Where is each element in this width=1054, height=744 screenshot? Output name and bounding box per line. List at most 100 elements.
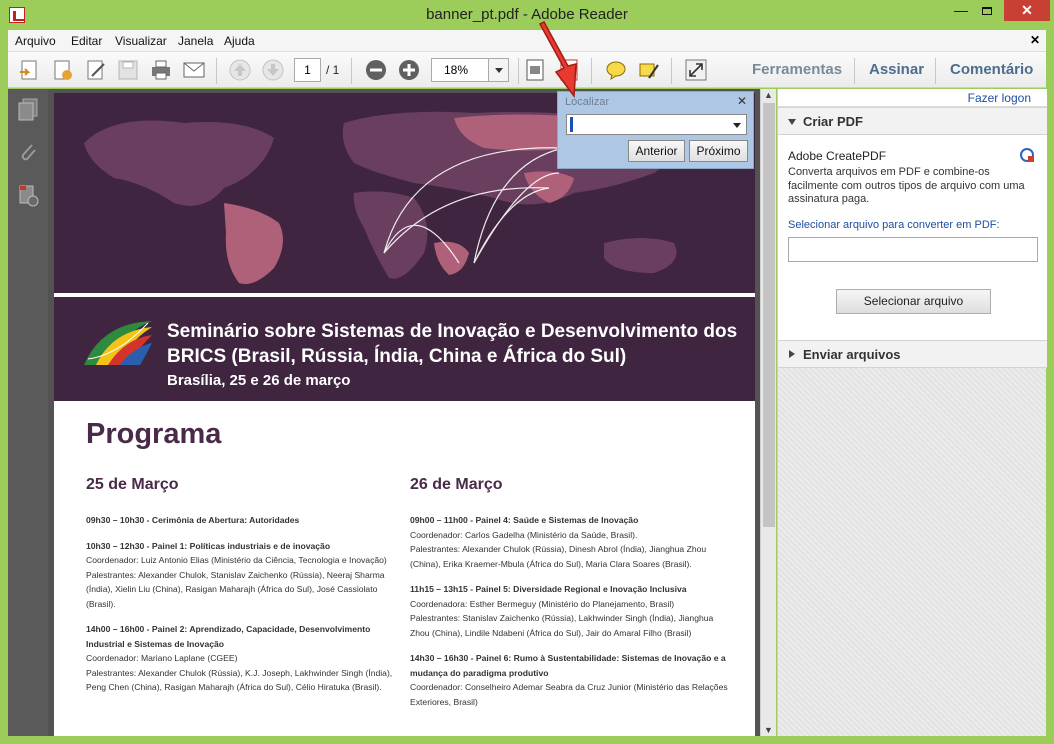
print-icon[interactable]	[149, 58, 173, 82]
selected-file-field[interactable]	[788, 237, 1038, 262]
agenda-item: 09h00 – 11h00 - Painel 4: Saúde e Sistem…	[410, 513, 728, 571]
highlight-text-icon[interactable]	[637, 58, 661, 82]
seminar-subtitle: Brasília, 25 e 26 de março	[167, 372, 351, 389]
edit-pdf-icon[interactable]	[84, 58, 108, 82]
app-window: banner_pt.pdf - Adobe Reader — ✕ Arquivo…	[0, 0, 1054, 744]
find-close-button[interactable]: ✕	[737, 94, 747, 108]
toolbar-separator	[935, 58, 936, 84]
page-number-input[interactable]: 1	[294, 58, 321, 82]
seminar-title: Seminário sobre Sistemas de Inovação e D…	[167, 321, 738, 367]
day-2-agenda: 09h00 – 11h00 - Painel 4: Saúde e Sistem…	[410, 513, 728, 720]
expand-icon	[789, 350, 795, 358]
collapse-icon	[788, 119, 796, 125]
menu-editar[interactable]: Editar	[71, 34, 102, 48]
find-history-dropdown-icon[interactable]	[733, 123, 741, 128]
create-pdf-header[interactable]: Criar PDF	[778, 107, 1047, 135]
toolbar-separator	[216, 58, 217, 84]
attachments-icon[interactable]	[17, 141, 39, 165]
agenda-item-line: Coordenador: Conselheiro Ademar Seabra d…	[410, 682, 728, 707]
text-cursor	[571, 118, 572, 131]
agenda-item-head: 14h30 – 16h30 - Painel 6: Rumo à Sustent…	[410, 653, 726, 678]
toolbar-separator	[854, 58, 855, 84]
sticky-note-icon[interactable]	[604, 58, 628, 82]
save-icon[interactable]	[116, 58, 140, 82]
agenda-item-line: Coordenador: Mariano Laplane (CGEE)	[86, 653, 238, 663]
agenda-item-line: Coordenadora: Esther Bermeguy (Ministéri…	[410, 598, 675, 609]
send-files-label: Enviar arquivos	[803, 347, 901, 362]
tools-link[interactable]: Ferramentas	[752, 61, 842, 78]
agenda-item-line: Palestrantes: Alexander Chulok (Rússia),…	[410, 544, 707, 569]
agenda-item: 14h30 – 16h30 - Painel 6: Rumo à Sustent…	[410, 651, 728, 709]
createpdf-title: Adobe CreatePDF	[788, 149, 887, 163]
toolbar: 1 / 1 18% Ferramentas Assinar Comentário	[8, 52, 1046, 88]
previous-page-icon[interactable]	[228, 58, 252, 82]
agenda-item-line: Palestrantes: Alexander Chulok (Rússia),…	[86, 667, 393, 693]
document-scrollbar[interactable]: ▲ ▼	[760, 89, 776, 736]
toolbar-separator	[351, 58, 352, 84]
day-1-agenda: 09h30 – 10h30 - Cerimônia de Abertura: A…	[86, 513, 404, 706]
maximize-button[interactable]	[974, 0, 1000, 21]
agenda-item-head: 09h00 – 11h00 - Painel 4: Saúde e Sistem…	[410, 515, 639, 525]
day-2-title: 26 de Março	[410, 476, 503, 493]
next-page-icon[interactable]	[261, 58, 285, 82]
menu-arquivo[interactable]: Arquivo	[15, 34, 56, 48]
agenda-item-head: 11h15 – 13h15 - Painel 5: Diversidade Re…	[410, 584, 687, 594]
agenda-item-head: 09h30 – 10h30 - Cerimônia de Abertura: A…	[86, 515, 300, 525]
window-title: banner_pt.pdf - Adobe Reader	[426, 6, 628, 23]
minimize-button[interactable]: —	[948, 0, 974, 21]
create-pdf-icon[interactable]	[51, 58, 75, 82]
find-next-button[interactable]: Próximo	[689, 140, 748, 162]
select-file-label: Selecionar arquivo para converter em PDF…	[788, 219, 1000, 231]
pdf-page: Seminário sobre Sistemas de Inovação e D…	[54, 93, 755, 736]
maximize-icon	[982, 7, 992, 15]
toolbar-separator	[518, 58, 519, 84]
send-files-header[interactable]: Enviar arquivos	[778, 340, 1047, 368]
agenda-item: 11h15 – 13h15 - Painel 5: Diversidade Re…	[410, 582, 728, 640]
zoom-level-input[interactable]: 18%	[431, 58, 489, 82]
comment-link[interactable]: Comentário	[950, 61, 1033, 78]
scrollbar-thumb[interactable]	[763, 103, 775, 527]
agenda-item-head: 10h30 – 12h30 - Painel 1: Políticas indu…	[86, 540, 331, 551]
createpdf-description: Converta arquivos em PDF e combine-os fa…	[788, 166, 1025, 205]
agenda-item-line: Palestrantes: Alexander Chulok, Stanisla…	[86, 569, 385, 609]
close-document-button[interactable]: ✕	[1030, 33, 1040, 47]
day-1-title: 25 de Março	[86, 476, 179, 493]
title-bar[interactable]: banner_pt.pdf - Adobe Reader — ✕	[0, 0, 1054, 30]
tools-pane: Fazer logon Criar PDF Adobe CreatePDF Co…	[777, 89, 1047, 736]
program-title: Programa	[86, 418, 222, 450]
zoom-dropdown-button[interactable]	[489, 58, 509, 82]
annotation-arrow-icon	[538, 21, 577, 99]
login-link[interactable]: Fazer logon	[968, 91, 1031, 105]
email-icon[interactable]	[182, 58, 206, 82]
close-window-button[interactable]: ✕	[1004, 0, 1050, 21]
login-bar: Fazer logon	[778, 89, 1047, 107]
create-pdf-label: Criar PDF	[803, 114, 863, 129]
agenda-item: 10h30 – 12h30 - Painel 1: Políticas indu…	[86, 539, 404, 612]
document-viewport[interactable]: Seminário sobre Sistemas de Inovação e D…	[48, 89, 760, 736]
scroll-down-icon[interactable]: ▼	[764, 725, 773, 735]
agenda-item-head: 14h00 – 16h00 - Painel 2: Aprendizado, C…	[86, 624, 371, 649]
menu-janela[interactable]: Janela	[178, 34, 213, 48]
menu-bar: Arquivo Editar Visualizar Janela Ajuda ✕	[8, 30, 1046, 52]
brics-logo-icon	[84, 321, 152, 365]
create-pdf-panel: Adobe CreatePDF Converta arquivos em PDF…	[778, 135, 1047, 340]
window-bottom-border	[8, 736, 1046, 744]
select-file-button[interactable]: Selecionar arquivo	[836, 289, 991, 314]
zoom-in-icon[interactable]	[397, 58, 421, 82]
open-file-icon[interactable]	[18, 58, 42, 82]
menu-visualizar[interactable]: Visualizar	[115, 34, 167, 48]
page-thumbnails-icon[interactable]	[17, 98, 39, 122]
sign-link[interactable]: Assinar	[869, 61, 924, 78]
find-previous-button[interactable]: Anterior	[628, 140, 685, 162]
agenda-item: 09h30 – 10h30 - Cerimônia de Abertura: A…	[86, 513, 404, 528]
createpdf-service-icon	[1020, 148, 1034, 162]
find-search-input[interactable]	[566, 114, 747, 135]
agenda-item-line: Coordenador: Luiz Antonio Elias (Ministé…	[86, 555, 387, 565]
fullscreen-icon[interactable]	[684, 58, 708, 82]
agenda-item: 14h00 – 16h00 - Painel 2: Aprendizado, C…	[86, 622, 404, 695]
zoom-out-icon[interactable]	[364, 58, 388, 82]
menu-ajuda[interactable]: Ajuda	[224, 34, 255, 48]
document-properties-icon[interactable]	[17, 184, 39, 208]
scroll-up-icon[interactable]: ▲	[764, 90, 773, 100]
toolbar-separator	[671, 58, 672, 84]
